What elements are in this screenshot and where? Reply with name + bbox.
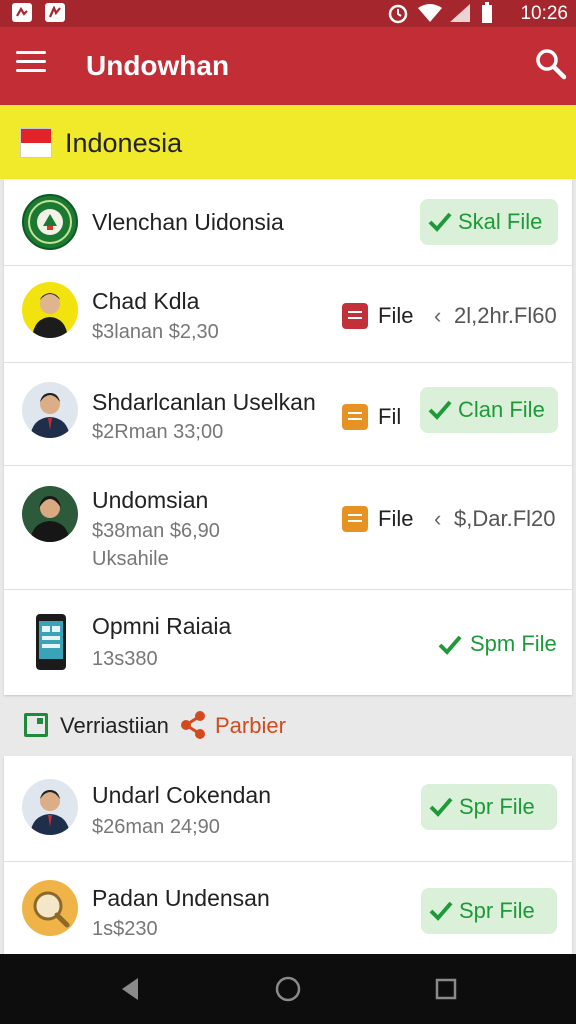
menu-icon[interactable] [16, 51, 46, 81]
contact-detail: $3lanan $2,30 [92, 321, 219, 343]
file-action-label: Skal File [458, 209, 543, 234]
list-item[interactable]: Opmni Raiaia 13s380 Spm File [4, 590, 572, 695]
contact-detail: $38man $6,90 [92, 520, 220, 542]
contact-list-secondary: Undarl Cokendan $26man 24;90 Spr File Pa… [4, 756, 572, 956]
app-bar: Undowhan [0, 27, 576, 105]
avatar [22, 282, 78, 338]
wifi-icon [418, 4, 442, 22]
file-label: Fil [378, 404, 402, 429]
list-item[interactable]: Undomsian $38man $6,90 Uksahile File ‹ $… [4, 466, 572, 590]
list-item[interactable]: Vlenchan Uidonsia Skal File [4, 179, 572, 266]
back-icon[interactable] [116, 974, 146, 1004]
notification-icon [12, 3, 32, 22]
file-meta[interactable]: ‹ $,Dar.Fl20 [434, 505, 556, 533]
file-action-button[interactable]: Clan File [420, 387, 558, 433]
home-icon[interactable] [273, 974, 303, 1004]
file-meta[interactable]: ‹ 2l,2hr.Fl60 [434, 302, 557, 330]
list-item[interactable]: Undarl Cokendan $26man 24;90 Spr File [4, 756, 572, 862]
status-time: 10:26 [520, 3, 568, 24]
list-item[interactable]: Chad Kdla $3lanan $2,30 File ‹ 2l,2hr.Fl… [4, 266, 572, 363]
signal-icon [450, 4, 470, 22]
chevron-left-icon: ‹ [434, 506, 442, 531]
share-label[interactable]: Parbier [215, 712, 286, 740]
file-label: File [378, 303, 414, 328]
contact-name: Chad Kdla [92, 288, 200, 314]
contact-name: Opmni Raiaia [92, 613, 232, 639]
avatar [22, 382, 78, 438]
section-label: Verriastiian [60, 713, 169, 738]
country-header[interactable]: Indonesia [0, 105, 576, 179]
file-meta-text: 2l,2hr.Fl60 [454, 303, 557, 328]
file-action-button[interactable]: Skal File [420, 199, 558, 245]
list-item[interactable]: Shdarlcanlan Uselkan $2Rman 33;00 Fil Cl… [4, 363, 572, 466]
chevron-left-icon: ‹ [434, 303, 442, 328]
file-icon [342, 506, 368, 532]
contact-name: Undomsian [92, 487, 209, 513]
search-icon[interactable] [534, 47, 568, 81]
check-icon [429, 797, 453, 817]
file-button[interactable]: File [342, 505, 413, 533]
section-header: Verriastiian Parbier [0, 700, 576, 752]
window-icon [24, 713, 48, 737]
file-action-label: Clan File [458, 397, 545, 422]
battery-icon [482, 2, 492, 23]
recents-icon[interactable] [431, 974, 461, 1004]
contact-name: Undarl Cokendan [92, 782, 272, 808]
share-icon[interactable] [178, 710, 208, 740]
contact-detail: 1s$230 [92, 918, 158, 940]
contact-list: Vlenchan Uidonsia Skal File Chad Kdla $3… [4, 179, 572, 695]
contact-name: Shdarlcanlan Uselkan [92, 389, 316, 415]
check-icon [438, 635, 462, 655]
check-icon [428, 212, 452, 232]
file-action-label: Spr File [459, 898, 535, 923]
file-meta-text: $,Dar.Fl20 [454, 506, 556, 531]
file-action-label: Spr File [459, 794, 535, 819]
file-icon [342, 404, 368, 430]
status-bar: 10:26 [0, 0, 576, 27]
contact-name: Padan Undensan [92, 885, 270, 911]
list-item[interactable]: Padan Undensan 1s$230 Spr File [4, 862, 572, 956]
system-nav-bar [0, 954, 576, 1024]
file-action-button[interactable]: Spr File [421, 888, 557, 934]
file-action-button[interactable]: Spr File [421, 784, 557, 830]
contact-note: Uksahile [92, 548, 169, 570]
file-icon [342, 303, 368, 329]
file-button[interactable]: Fil [342, 403, 401, 431]
contact-detail: $26man 24;90 [92, 816, 220, 838]
status-icons [388, 2, 492, 24]
indonesia-flag-icon [20, 128, 52, 158]
avatar [22, 486, 78, 542]
file-action-label: Spm File [470, 631, 557, 656]
file-action-button[interactable]: Spm File [438, 630, 557, 658]
alarm-icon [388, 4, 408, 24]
country-name: Indonesia [65, 128, 183, 158]
magnifier-icon [22, 880, 78, 936]
phone-icon [36, 614, 66, 670]
file-label: File [378, 506, 414, 531]
check-icon [429, 901, 453, 921]
avatar [22, 779, 78, 835]
contact-name: Vlenchan Uidonsia [92, 209, 284, 235]
contact-detail: $2Rman 33;00 [92, 421, 224, 443]
seal-logo-icon [22, 194, 78, 250]
contact-detail: 13s380 [92, 648, 158, 670]
notification-icon [45, 3, 65, 22]
file-button[interactable]: File [342, 302, 413, 330]
app-title: Undowhan [86, 50, 230, 81]
check-icon [428, 400, 452, 420]
